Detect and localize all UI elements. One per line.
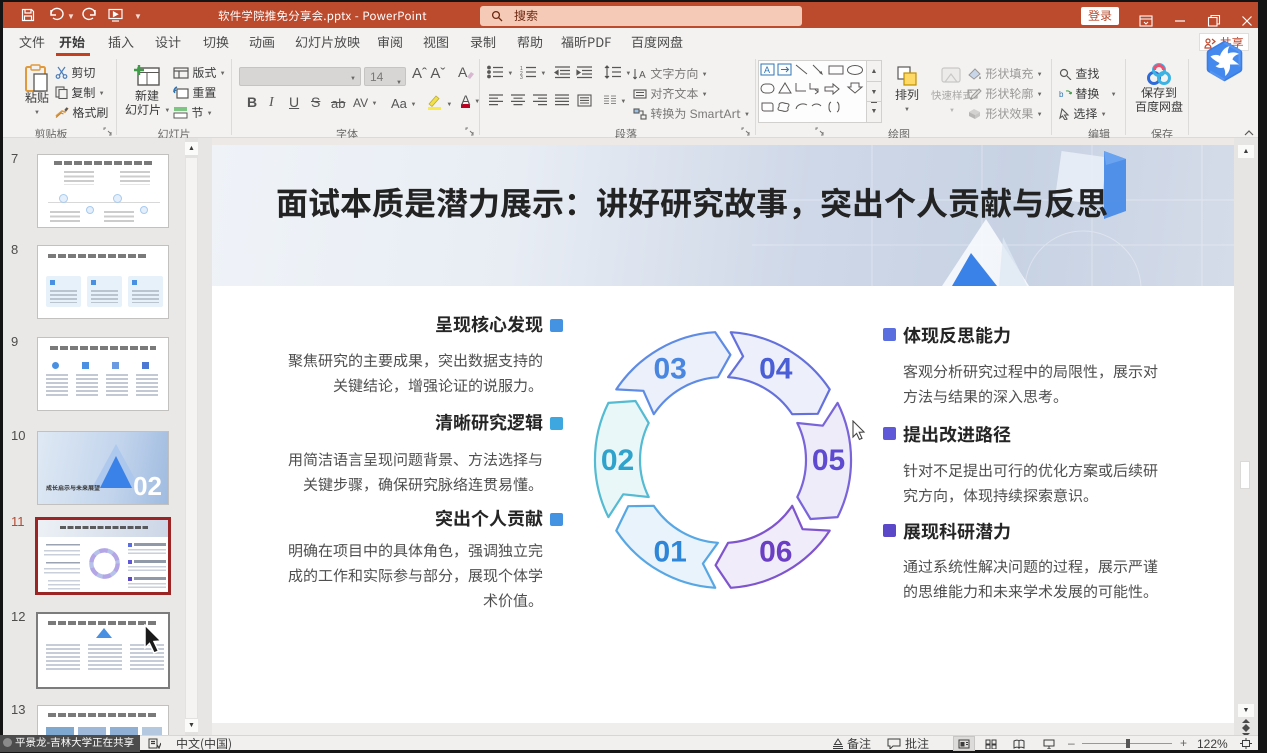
svg-text:03: 03 bbox=[654, 353, 687, 386]
svg-text:02: 02 bbox=[601, 444, 634, 477]
svg-text:05: 05 bbox=[812, 444, 845, 477]
svg-text:04: 04 bbox=[759, 353, 793, 386]
svg-text:01: 01 bbox=[654, 535, 687, 568]
svg-text:06: 06 bbox=[759, 535, 792, 568]
